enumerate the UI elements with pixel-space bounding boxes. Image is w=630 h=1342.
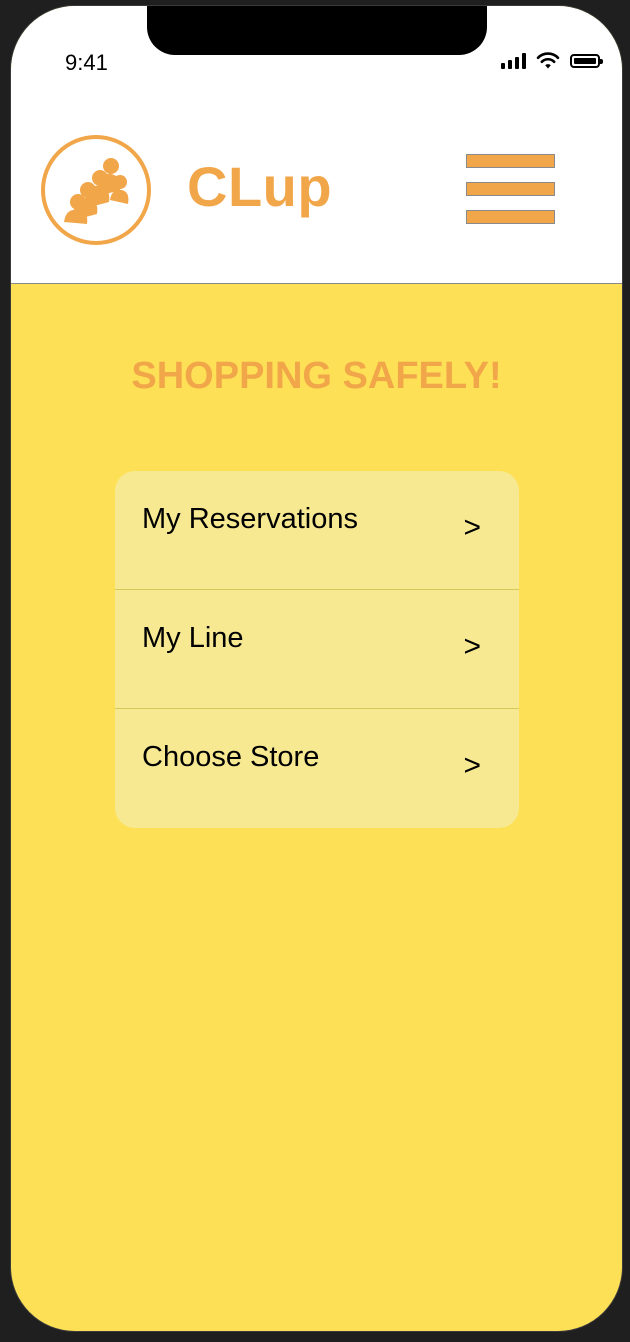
menu-item-label: My Reservations bbox=[142, 503, 358, 535]
menu-item-my-line[interactable]: My Line > bbox=[115, 590, 519, 709]
menu-item-my-reservations[interactable]: My Reservations > bbox=[115, 471, 519, 590]
notch bbox=[147, 6, 487, 55]
cellular-signal-icon bbox=[501, 53, 526, 69]
menu-item-label: Choose Store bbox=[142, 741, 320, 773]
status-time: 9:41 bbox=[65, 50, 108, 75]
phone-frame: 9:41 CLup SHOPPING SAFELY! My Reservatio… bbox=[11, 6, 622, 1331]
menu-card: My Reservations > My Line > Choose Store… bbox=[115, 471, 519, 828]
top-bar: 9:41 CLup bbox=[11, 6, 622, 284]
chevron-right-icon: > bbox=[463, 749, 481, 782]
battery-icon bbox=[570, 54, 603, 68]
tagline: SHOPPING SAFELY! bbox=[131, 355, 502, 397]
menu-bar bbox=[466, 210, 555, 224]
logo-icon bbox=[41, 135, 151, 245]
chevron-right-icon: > bbox=[463, 630, 481, 663]
wifi-icon bbox=[536, 52, 560, 69]
menu-item-choose-store[interactable]: Choose Store > bbox=[115, 709, 519, 828]
hamburger-menu-button[interactable] bbox=[466, 154, 556, 224]
status-icons bbox=[501, 52, 603, 70]
menu-item-label: My Line bbox=[142, 622, 244, 654]
menu-bar bbox=[466, 182, 555, 196]
app-name: CLup bbox=[187, 155, 333, 218]
chevron-right-icon: > bbox=[463, 511, 481, 544]
menu-bar bbox=[466, 154, 555, 168]
